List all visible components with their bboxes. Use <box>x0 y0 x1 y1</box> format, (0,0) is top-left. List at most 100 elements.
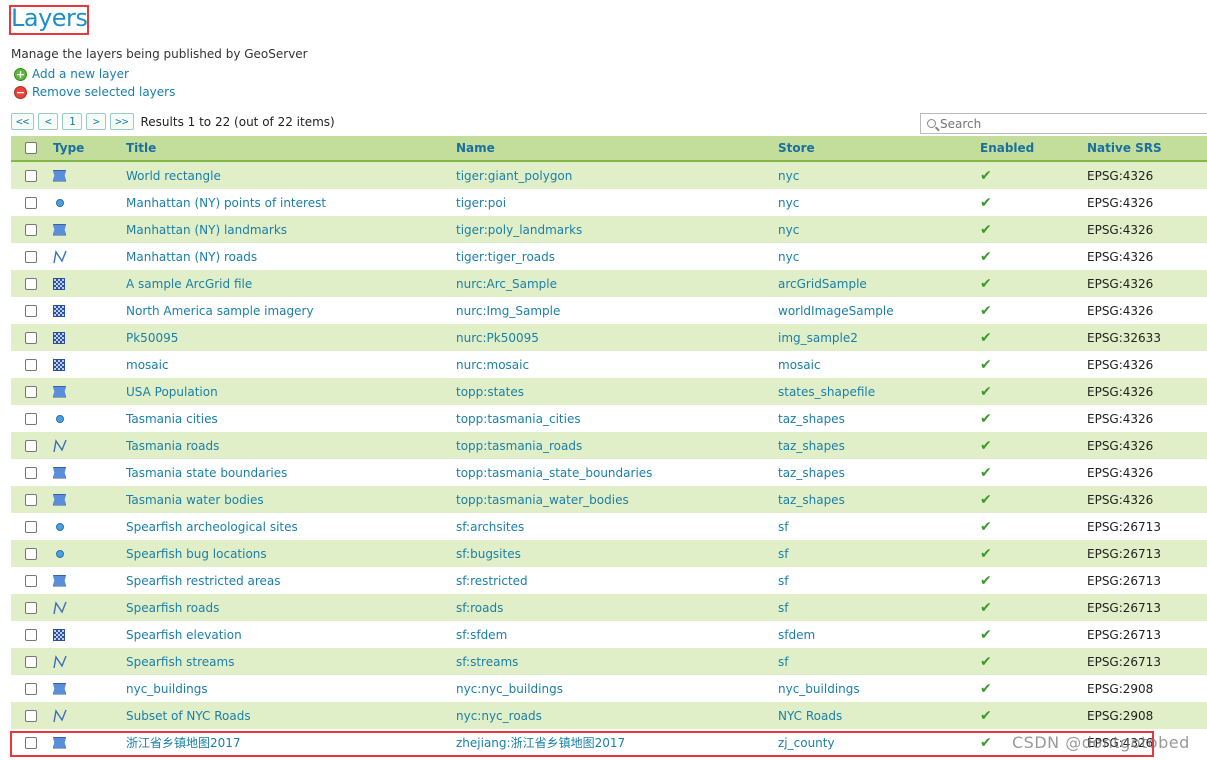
layer-name-link[interactable]: topp:tasmania_cities <box>456 412 778 426</box>
row-checkbox[interactable] <box>25 250 37 263</box>
layer-name-link[interactable]: tiger:poly_landmarks <box>456 223 778 237</box>
layer-store-link[interactable]: sf <box>778 601 979 615</box>
search-input[interactable] <box>940 116 1190 131</box>
row-checkbox[interactable] <box>25 736 37 749</box>
remove-layers-link[interactable]: − Remove selected layers <box>14 85 175 99</box>
layer-store-link[interactable]: nyc_buildings <box>778 682 979 696</box>
row-checkbox[interactable] <box>25 655 37 668</box>
layer-title-link[interactable]: Manhattan (NY) roads <box>126 250 456 264</box>
layer-name-link[interactable]: topp:tasmania_water_bodies <box>456 493 778 507</box>
layer-title-link[interactable]: Spearfish elevation <box>126 628 456 642</box>
layer-name-link[interactable]: tiger:poi <box>456 196 778 210</box>
layer-name-link[interactable]: tiger:giant_polygon <box>456 169 778 183</box>
col-store-header[interactable]: Store <box>778 141 979 155</box>
row-checkbox[interactable] <box>25 628 37 641</box>
layer-name-link[interactable]: nurc:Img_Sample <box>456 304 778 318</box>
row-checkbox[interactable] <box>25 709 37 722</box>
layer-title-link[interactable]: Spearfish archeological sites <box>126 520 456 534</box>
select-all-checkbox[interactable] <box>25 142 37 154</box>
layer-store-link[interactable]: nyc <box>778 196 979 210</box>
col-name-header[interactable]: Name <box>456 141 778 155</box>
layer-name-link[interactable]: topp:states <box>456 385 778 399</box>
row-checkbox[interactable] <box>25 682 37 695</box>
layer-name-link[interactable]: topp:tasmania_state_boundaries <box>456 466 778 480</box>
search-box[interactable] <box>920 113 1207 134</box>
layer-name-link[interactable]: nyc:nyc_roads <box>456 709 778 723</box>
layer-name-link[interactable]: sf:streams <box>456 655 778 669</box>
add-layer-link[interactable]: + Add a new layer <box>14 67 129 81</box>
layer-store-link[interactable]: sf <box>778 520 979 534</box>
layer-title-link[interactable]: Tasmania cities <box>126 412 456 426</box>
layer-store-link[interactable]: NYC Roads <box>778 709 979 723</box>
layer-title-link[interactable]: Subset of NYC Roads <box>126 709 456 723</box>
col-enabled-header[interactable]: Enabled <box>979 141 1087 155</box>
layer-title-link[interactable]: A sample ArcGrid file <box>126 277 456 291</box>
layer-name-link[interactable]: sf:archsites <box>456 520 778 534</box>
col-type-header[interactable]: Type <box>51 141 126 155</box>
layer-store-link[interactable]: sf <box>778 574 979 588</box>
next-page-button[interactable]: > <box>86 113 107 130</box>
layer-title-link[interactable]: 浙江省乡镇地图2017 <box>126 734 456 751</box>
layer-store-link[interactable]: taz_shapes <box>778 439 979 453</box>
layer-title-link[interactable]: World rectangle <box>126 169 456 183</box>
layer-store-link[interactable]: taz_shapes <box>778 466 979 480</box>
row-checkbox[interactable] <box>25 169 37 182</box>
row-checkbox[interactable] <box>25 196 37 209</box>
layer-name-link[interactable]: nurc:Pk50095 <box>456 331 778 345</box>
layer-store-link[interactable]: taz_shapes <box>778 493 979 507</box>
layer-store-link[interactable]: arcGridSample <box>778 277 979 291</box>
layer-title-link[interactable]: Tasmania roads <box>126 439 456 453</box>
row-checkbox[interactable] <box>25 223 37 236</box>
row-checkbox[interactable] <box>25 304 37 317</box>
page-1-button[interactable]: 1 <box>62 113 83 130</box>
layer-title-link[interactable]: Pk50095 <box>126 331 456 345</box>
last-page-button[interactable]: >> <box>110 113 134 130</box>
layer-title-link[interactable]: Tasmania state boundaries <box>126 466 456 480</box>
row-checkbox[interactable] <box>25 385 37 398</box>
layer-title-link[interactable]: Tasmania water bodies <box>126 493 456 507</box>
row-checkbox[interactable] <box>25 493 37 506</box>
row-checkbox[interactable] <box>25 412 37 425</box>
layer-name-link[interactable]: zhejiang:浙江省乡镇地图2017 <box>456 734 778 751</box>
layer-store-link[interactable]: sf <box>778 547 979 561</box>
layer-title-link[interactable]: Spearfish streams <box>126 655 456 669</box>
layer-name-link[interactable]: nyc:nyc_buildings <box>456 682 778 696</box>
first-page-button[interactable]: << <box>11 113 35 130</box>
layer-title-link[interactable]: nyc_buildings <box>126 682 456 696</box>
layer-name-link[interactable]: nurc:mosaic <box>456 358 778 372</box>
layer-store-link[interactable]: img_sample2 <box>778 331 979 345</box>
layer-name-link[interactable]: sf:bugsites <box>456 547 778 561</box>
row-checkbox[interactable] <box>25 277 37 290</box>
layer-title-link[interactable]: Spearfish restricted areas <box>126 574 456 588</box>
row-checkbox[interactable] <box>25 547 37 560</box>
col-title-header[interactable]: Title <box>126 141 456 155</box>
layer-store-link[interactable]: sf <box>778 655 979 669</box>
layer-title-link[interactable]: Spearfish bug locations <box>126 547 456 561</box>
layer-title-link[interactable]: North America sample imagery <box>126 304 456 318</box>
layer-name-link[interactable]: tiger:tiger_roads <box>456 250 778 264</box>
layer-store-link[interactable]: taz_shapes <box>778 412 979 426</box>
layer-title-link[interactable]: mosaic <box>126 358 456 372</box>
row-checkbox[interactable] <box>25 574 37 587</box>
layer-store-link[interactable]: states_shapefile <box>778 385 979 399</box>
layer-name-link[interactable]: sf:sfdem <box>456 628 778 642</box>
layer-title-link[interactable]: Manhattan (NY) landmarks <box>126 223 456 237</box>
layer-store-link[interactable]: nyc <box>778 169 979 183</box>
layer-store-link[interactable]: mosaic <box>778 358 979 372</box>
row-checkbox[interactable] <box>25 520 37 533</box>
row-checkbox[interactable] <box>25 466 37 479</box>
row-checkbox[interactable] <box>25 358 37 371</box>
layer-store-link[interactable]: sfdem <box>778 628 979 642</box>
layer-title-link[interactable]: Manhattan (NY) points of interest <box>126 196 456 210</box>
layer-title-link[interactable]: USA Population <box>126 385 456 399</box>
col-srs-header[interactable]: Native SRS <box>1087 141 1207 155</box>
row-checkbox[interactable] <box>25 331 37 344</box>
layer-name-link[interactable]: topp:tasmania_roads <box>456 439 778 453</box>
layer-title-link[interactable]: Spearfish roads <box>126 601 456 615</box>
layer-store-link[interactable]: nyc <box>778 250 979 264</box>
layer-store-link[interactable]: worldImageSample <box>778 304 979 318</box>
layer-store-link[interactable]: zj_county <box>778 736 979 750</box>
layer-name-link[interactable]: nurc:Arc_Sample <box>456 277 778 291</box>
layer-store-link[interactable]: nyc <box>778 223 979 237</box>
layer-name-link[interactable]: sf:roads <box>456 601 778 615</box>
